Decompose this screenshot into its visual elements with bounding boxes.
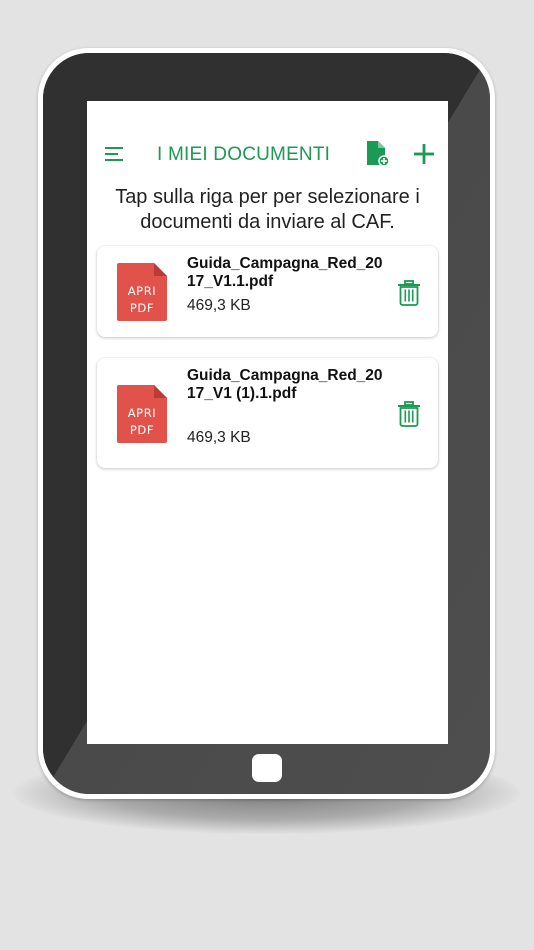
app-screen: I MIEI DOCUMENTI Tap sulla riga per per …: [87, 101, 448, 744]
pdf-thumb-label: APRI: [127, 284, 157, 298]
file-name: Guida_Campagna_Red_2017_V1.1.pdf: [187, 255, 383, 290]
pdf-thumb-label: APRI: [127, 406, 157, 420]
trash-icon[interactable]: [397, 280, 421, 306]
file-name: Guida_Campagna_Red_2017_V1 (1).1.pdf: [187, 367, 383, 402]
pdf-file-icon[interactable]: APRI PDF: [117, 385, 169, 443]
file-size: 469,3 KB: [187, 297, 251, 314]
home-button[interactable]: [252, 754, 282, 782]
document-row[interactable]: APRI PDF Guida_Campagna_Red_2017_V1 (1).…: [97, 358, 438, 468]
stage: I MIEI DOCUMENTI Tap sulla riga per per …: [0, 0, 534, 950]
instructions-text: Tap sulla riga per per selezionare i doc…: [115, 186, 420, 233]
pdf-thumb-label: PDF: [129, 301, 155, 315]
add-document-icon[interactable]: [364, 140, 392, 168]
file-size: 469,3 KB: [187, 429, 251, 446]
pdf-file-icon[interactable]: APRI PDF: [117, 263, 169, 321]
pdf-thumb-label: PDF: [129, 423, 155, 437]
plus-icon[interactable]: [413, 143, 435, 165]
document-row[interactable]: APRI PDF Guida_Campagna_Red_2017_V1.1.pd…: [97, 246, 438, 337]
app-bar: I MIEI DOCUMENTI: [87, 135, 448, 173]
page-title: I MIEI DOCUMENTI: [157, 144, 331, 165]
menu-icon[interactable]: [105, 145, 125, 163]
trash-icon[interactable]: [397, 401, 421, 427]
